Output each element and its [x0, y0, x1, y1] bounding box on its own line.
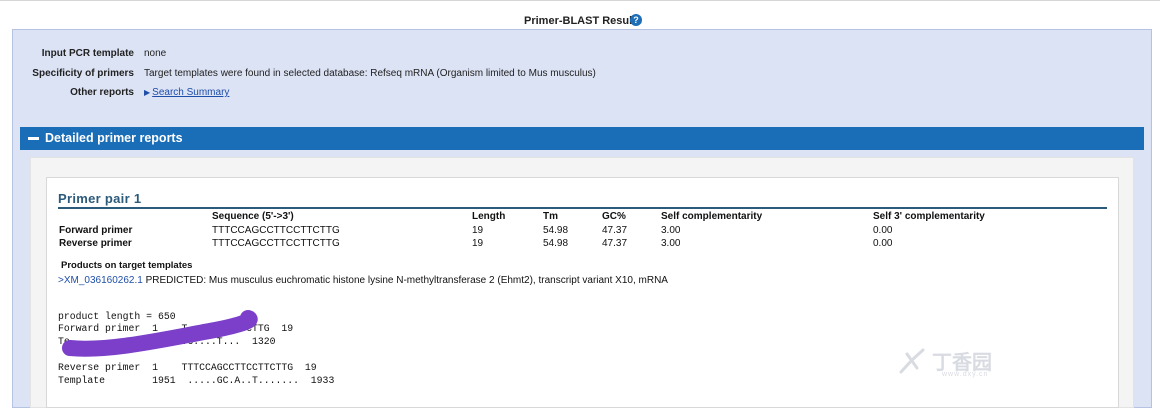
- watermark-subtext: www.dxy.cn: [942, 371, 989, 378]
- specificity-row: Specificity of primers: [0, 68, 134, 82]
- input-pcr-template-label: Input PCR template: [41, 48, 134, 59]
- col-header-sequence: Sequence (5'->3'): [212, 211, 294, 222]
- accession-link[interactable]: >XM_036160262.1: [58, 275, 143, 286]
- forward-primer-label: Forward primer: [59, 225, 133, 236]
- input-pcr-template-row: Input PCR template: [0, 48, 134, 62]
- search-summary-link[interactable]: Search Summary: [152, 87, 229, 98]
- primer-pair-divider: [58, 207, 1107, 209]
- forward-alignment-line: Forward primer 1 T TCTTG 19: [58, 323, 294, 334]
- product-length-line: product length = 650: [58, 311, 176, 322]
- reverse-alignment-line: Reverse primer 1 TTTCCAGCCTTCCTTCTTG 19: [58, 362, 317, 373]
- help-icon[interactable]: ?: [630, 14, 642, 26]
- target-template-line: >XM_036160262.1 PREDICTED: Mus musculus …: [58, 275, 668, 286]
- search-summary-link-wrap[interactable]: ▶ Search Summary: [144, 87, 229, 98]
- col-header-self-comp: Self complementarity: [661, 211, 763, 222]
- col-header-tm: Tm: [543, 211, 558, 222]
- input-pcr-template-value: none: [144, 48, 167, 59]
- reverse-primer-length: 19: [472, 238, 484, 249]
- accession-description: PREDICTED: Mus musculus euchromatic hist…: [145, 275, 668, 286]
- forward-template-line: Te .....G..C....T... 1320: [58, 336, 276, 347]
- forward-primer-sequence: TTTCCAGCCTTCCTTCTTG: [212, 225, 340, 236]
- reverse-template-line: Template 1951 .....GC.A..T....... 1933: [58, 375, 335, 386]
- forward-primer-self-comp: 3.00: [661, 225, 681, 236]
- col-header-gc: GC%: [602, 211, 626, 222]
- reverse-primer-sequence: TTTCCAGCCTTCCTTCTTG: [212, 238, 340, 249]
- forward-primer-self3-comp: 0.00: [873, 225, 893, 236]
- specificity-value: Target templates were found in selected …: [144, 68, 596, 79]
- watermark-logo-icon: [899, 348, 925, 374]
- results-header: Primer-BLAST Results ?: [0, 0, 1160, 30]
- reverse-primer-self3-comp: 0.00: [873, 238, 893, 249]
- page-title: Primer-BLAST Results: [524, 15, 642, 27]
- forward-primer-tm: 54.98: [543, 225, 569, 236]
- collapse-minus-icon[interactable]: [28, 137, 39, 140]
- specificity-label: Specificity of primers: [32, 68, 134, 79]
- other-reports-row: Other reports: [0, 87, 134, 101]
- reverse-primer-label: Reverse primer: [59, 238, 132, 249]
- reverse-primer-tm: 54.98: [543, 238, 569, 249]
- forward-primer-length: 19: [472, 225, 484, 236]
- col-header-self3-comp: Self 3' complementarity: [873, 211, 985, 222]
- forward-primer-gc: 47.37: [602, 225, 628, 236]
- primer-pair-title: Primer pair 1: [58, 191, 142, 206]
- reverse-primer-gc: 47.37: [602, 238, 628, 249]
- col-header-length: Length: [472, 211, 506, 222]
- detailed-reports-title: Detailed primer reports: [45, 131, 183, 145]
- products-heading: Products on target templates: [61, 260, 193, 271]
- reverse-primer-self-comp: 3.00: [661, 238, 681, 249]
- detailed-reports-header[interactable]: Detailed primer reports: [20, 127, 1144, 150]
- triangle-right-icon: ▶: [144, 88, 151, 97]
- other-reports-label: Other reports: [70, 87, 134, 98]
